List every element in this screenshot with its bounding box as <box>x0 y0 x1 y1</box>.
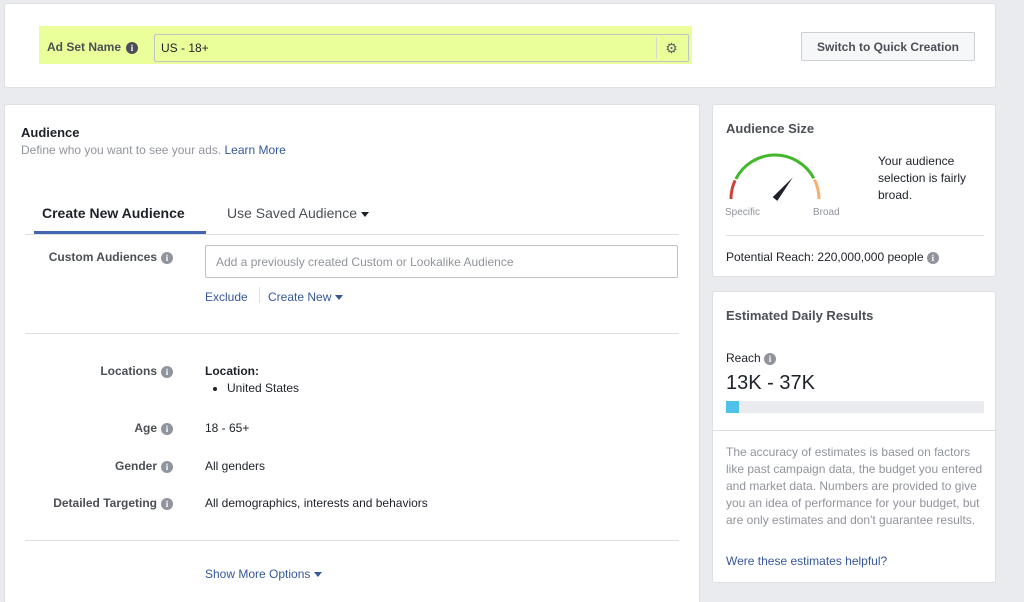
info-icon[interactable]: i <box>926 251 939 264</box>
info-icon[interactable]: i <box>161 460 173 473</box>
potential-reach: Potential Reach: 220,000,000 people i <box>726 250 939 264</box>
estimates-disclaimer: The accuracy of estimates is based on fa… <box>726 445 983 527</box>
learn-more-link[interactable]: Learn More <box>224 143 285 157</box>
caret-down-icon <box>335 295 344 301</box>
location-list: United States <box>205 381 299 395</box>
estimates-helpful-link[interactable]: Were these estimates helpful? <box>726 554 887 568</box>
info-icon[interactable]: i <box>161 422 173 435</box>
age-label: Age i <box>5 421 173 435</box>
show-more-options-link[interactable]: Show More Options <box>205 567 323 581</box>
age-value[interactable]: 18 - 65+ <box>205 421 249 435</box>
audience-gauge <box>729 153 821 201</box>
detailed-targeting-label: Detailed Targeting i <box>5 496 173 510</box>
link-separator <box>259 287 260 303</box>
create-new-link-text: Create New <box>268 290 332 304</box>
caret-down-icon <box>360 211 369 217</box>
gauge-specific-label: Specific <box>725 207 761 218</box>
gauge-arc-broad <box>813 179 821 200</box>
info-icon[interactable]: i <box>764 352 777 365</box>
exclude-link[interactable]: Exclude <box>205 290 248 304</box>
location-item: United States <box>227 381 299 395</box>
locations-label-text: Locations <box>100 364 157 378</box>
create-new-link[interactable]: Create New <box>268 290 344 304</box>
caret-down-icon <box>314 572 323 578</box>
show-more-options-text: Show More Options <box>205 567 311 581</box>
info-icon[interactable]: i <box>126 41 139 54</box>
audience-title: Audience <box>21 125 80 140</box>
audience-panel: Audience Define who you want to see your… <box>4 104 700 602</box>
reach-value: 13K - 37K <box>726 372 815 394</box>
reach-label: Reach i <box>726 351 777 365</box>
locations-label: Locations i <box>5 364 173 378</box>
audience-size-description: Your audience selection is fairly broad. <box>878 154 967 202</box>
reach-bar <box>726 401 984 413</box>
potential-reach-text: Potential Reach: 220,000,000 people <box>726 250 924 264</box>
switch-to-quick-creation-button[interactable]: Switch to Quick Creation <box>801 32 975 61</box>
info-icon[interactable]: i <box>161 365 173 378</box>
location-title: Location: <box>205 364 259 378</box>
adset-name-label-text: Ad Set Name <box>47 40 122 54</box>
custom-audiences-input[interactable] <box>205 245 678 278</box>
audience-subtitle-text: Define who you want to see your ads. <box>21 143 222 157</box>
detailed-targeting-label-text: Detailed Targeting <box>53 496 157 510</box>
gender-value[interactable]: All genders <box>205 459 265 473</box>
gender-label-text: Gender <box>114 459 157 473</box>
detailed-targeting-value[interactable]: All demographics, interests and behavior… <box>205 496 428 510</box>
audience-size-panel: Audience Size Specific Broad Your audien… <box>712 104 996 277</box>
divider <box>25 333 679 334</box>
divider <box>25 234 679 235</box>
custom-audiences-label: Custom Audiences i <box>5 250 173 264</box>
estimated-daily-results-title: Estimated Daily Results <box>726 308 874 323</box>
divider <box>726 235 984 236</box>
estimated-daily-results-panel: Estimated Daily Results Reach i 13K - 37… <box>712 291 997 583</box>
adset-name-label: Ad Set Name i <box>47 40 139 54</box>
audience-size-title: Audience Size <box>726 121 815 136</box>
gauge-broad-label: Broad <box>813 207 840 218</box>
divider <box>25 540 679 541</box>
age-label-text: Age <box>134 421 157 435</box>
gear-icon[interactable]: ⚙ <box>656 37 686 59</box>
divider <box>713 430 997 431</box>
info-icon[interactable]: i <box>161 251 173 264</box>
gender-label: Gender i <box>5 459 173 473</box>
custom-audiences-label-text: Custom Audiences <box>48 250 157 264</box>
adset-name-panel: Ad Set Name i ⚙ Switch to Quick Creation <box>4 3 996 88</box>
gauge-arc-specific <box>729 179 737 200</box>
adset-name-input[interactable] <box>154 34 689 62</box>
tab-create-new-audience[interactable]: Create New Audience <box>42 205 185 231</box>
reach-label-text: Reach <box>726 351 761 365</box>
tab-use-saved-audience-label: Use Saved Audience <box>227 205 357 221</box>
info-icon[interactable]: i <box>161 497 173 510</box>
gauge-needle <box>772 177 793 201</box>
audience-subtitle: Define who you want to see your ads. Lea… <box>21 143 286 157</box>
reach-bar-fill <box>726 401 739 413</box>
locations-value[interactable]: Location: United States <box>205 364 299 395</box>
gauge-arc-middle <box>734 153 816 180</box>
tab-use-saved-audience[interactable]: Use Saved Audience <box>227 205 369 231</box>
